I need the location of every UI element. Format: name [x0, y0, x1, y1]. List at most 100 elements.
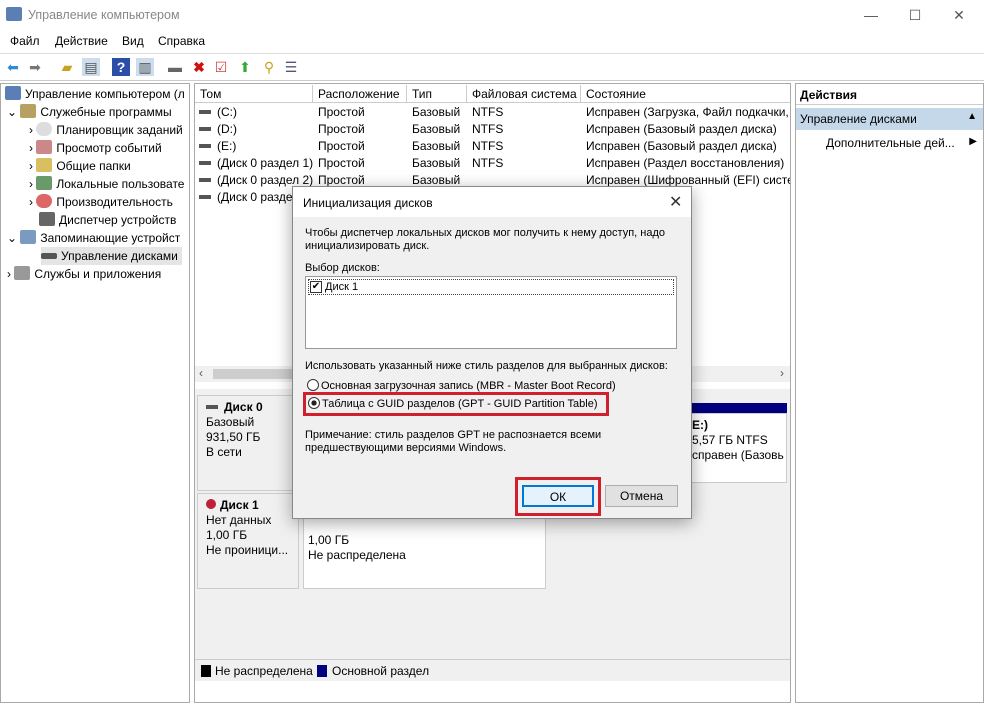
volume-icon — [199, 127, 211, 131]
volume-cell[interactable]: (D:) — [199, 121, 313, 138]
users-icon — [36, 176, 53, 190]
mbr-radio[interactable] — [307, 379, 319, 391]
computer-icon — [5, 86, 21, 100]
up-folder-icon[interactable]: ▰ — [58, 58, 76, 76]
legend-primary-swatch — [317, 665, 327, 677]
tree-item-performance[interactable]: › Производительность — [29, 193, 173, 211]
refresh-icon[interactable]: ⬆ — [236, 58, 254, 76]
disk-0-partition-e[interactable]: E:) 5,57 ГБ NTFS справен (Базовь — [689, 413, 787, 483]
volume-icon — [199, 144, 211, 148]
submenu-arrow-icon: ▶ — [969, 136, 977, 147]
disk-select-list[interactable]: ✔ Диск 1 — [305, 276, 677, 349]
help-icon[interactable]: ? — [112, 58, 130, 76]
tree-item-scheduler[interactable]: › Планировщик заданий — [29, 121, 183, 139]
column-header-status[interactable]: Состояние — [581, 85, 790, 103]
table-cell[interactable]: Базовый — [412, 104, 468, 121]
delete-icon[interactable]: ✖ — [190, 58, 208, 76]
gpt-note: Примечание: стиль разделов GPT не распоз… — [305, 429, 602, 454]
disk-icon — [41, 253, 57, 259]
table-cell[interactable]: Базовый — [412, 155, 468, 172]
disk-list-item[interactable]: ✔ Диск 1 — [308, 279, 674, 295]
table-cell[interactable]: Простой — [318, 104, 408, 121]
table-cell[interactable]: Исправен (Раздел восстановления) — [586, 155, 790, 172]
menu-bar: Файл Действие Вид Справка — [0, 30, 984, 52]
column-header-filesystem[interactable]: Файловая система — [467, 85, 581, 103]
column-header-volume[interactable]: Том — [195, 85, 313, 103]
volume-icon — [199, 161, 211, 165]
event-log-icon — [36, 140, 53, 154]
dialog-close-icon[interactable]: ✕ — [669, 192, 682, 212]
volume-cell[interactable]: (Диск 0 раздел 1) — [199, 155, 313, 172]
search-icon[interactable]: ⚲ — [260, 58, 278, 76]
legend: Не распределена Основной раздел — [195, 659, 790, 681]
performance-icon — [36, 194, 53, 208]
table-cell[interactable]: Исправен (Базовый раздел диска) — [586, 138, 790, 155]
collapse-icon[interactable]: ▲ — [967, 111, 977, 122]
gpt-radio[interactable] — [308, 397, 320, 409]
tree-item-shared-folders[interactable]: › Общие папки — [29, 157, 131, 175]
tree-root[interactable]: Управление компьютером (л — [5, 85, 185, 103]
initialize-disk-dialog: Инициализация дисков ✕ Чтобы диспетчер л… — [292, 186, 692, 519]
properties-icon[interactable]: ☑ — [212, 58, 230, 76]
tree-item-local-users[interactable]: › Локальные пользовате — [29, 175, 184, 193]
forward-icon[interactable]: ➡ — [26, 58, 44, 76]
toolbar: ⬅ ➡ ▰ ▤ ? ▥ ▬ ✖ ☑ ⬆ ⚲ ☰ — [0, 53, 984, 81]
storage-icon — [20, 230, 37, 244]
mbr-option[interactable]: Основная загрузочная запись (MBR - Maste… — [307, 379, 616, 392]
dialog-intro-text: Чтобы диспетчер локальных дисков мог пол… — [305, 227, 665, 252]
scroll-left-icon[interactable]: ‹ — [199, 366, 203, 380]
connect-icon[interactable]: ▬ — [166, 58, 184, 76]
disk-select-label: Выбор дисков: — [305, 262, 380, 274]
menu-help[interactable]: Справка — [158, 34, 205, 48]
cancel-button[interactable]: Отмена — [605, 485, 678, 507]
disk-1-label[interactable]: Диск 1 Нет данных 1,00 ГБ Не проиници... — [197, 493, 299, 589]
menu-view[interactable]: Вид — [122, 34, 144, 48]
actions-more-actions[interactable]: Дополнительные дей... ▶ — [826, 136, 981, 154]
table-cell[interactable]: Простой — [318, 121, 408, 138]
title-bar: Управление компьютером — ☐ ✕ — [0, 0, 984, 30]
scroll-thumb[interactable] — [213, 369, 293, 379]
disk-checkbox[interactable]: ✔ — [310, 281, 322, 293]
table-cell[interactable]: Исправен (Загрузка, Файл подкачки, — [586, 104, 790, 121]
device-icon — [39, 212, 55, 226]
services-icon — [14, 266, 31, 280]
tree-item-event-viewer[interactable]: › Просмотр событий — [29, 139, 162, 157]
menu-file[interactable]: Файл — [10, 34, 40, 48]
tree-item-disk-management[interactable]: Управление дисками — [41, 247, 182, 265]
window-title: Управление компьютером — [28, 8, 180, 22]
table-cell[interactable]: Простой — [318, 155, 408, 172]
column-header-layout[interactable]: Расположение — [313, 85, 407, 103]
disk-0-label[interactable]: Диск 0 Базовый 931,50 ГБ В сети — [197, 395, 299, 491]
tree-item-storage[interactable]: ⌄ Запоминающие устройст — [7, 229, 180, 247]
actions-pane: Действия Управление дисками ▲ Дополнитель… — [795, 83, 984, 703]
table-cell[interactable]: NTFS — [472, 138, 582, 155]
table-cell[interactable]: Исправен (Базовый раздел диска) — [586, 121, 790, 138]
table-cell[interactable]: NTFS — [472, 104, 582, 121]
ok-button[interactable]: ОК — [522, 485, 594, 507]
column-header-type[interactable]: Тип — [407, 85, 467, 103]
table-cell[interactable]: NTFS — [472, 121, 582, 138]
table-cell[interactable]: Базовый — [412, 121, 468, 138]
menu-action[interactable]: Действие — [55, 34, 108, 48]
app-icon — [6, 7, 22, 21]
table-cell[interactable]: Простой — [318, 138, 408, 155]
minimize-button[interactable]: — — [856, 4, 886, 26]
back-icon[interactable]: ⬅ — [4, 58, 22, 76]
clock-icon — [36, 122, 53, 136]
table-cell[interactable]: Базовый — [412, 138, 468, 155]
maximize-button[interactable]: ☐ — [900, 4, 930, 26]
close-button[interactable]: ✕ — [944, 4, 974, 26]
actions-section-disk-management[interactable]: Управление дисками ▲ — [796, 108, 983, 130]
table-cell[interactable]: NTFS — [472, 155, 582, 172]
tree-item-device-manager[interactable]: Диспетчер устройств — [39, 211, 176, 229]
show-hide-action-icon[interactable]: ▥ — [136, 58, 154, 76]
volume-cell[interactable]: (E:) — [199, 138, 313, 155]
gpt-option[interactable]: Таблица с GUID разделов (GPT - GUID Part… — [308, 397, 598, 410]
tree-item-utilities[interactable]: ⌄ Служебные программы — [7, 103, 172, 121]
volume-cell[interactable]: (C:) — [199, 104, 313, 121]
show-hide-tree-icon[interactable]: ▤ — [82, 58, 100, 76]
legend-primary-label: Основной раздел — [332, 664, 430, 678]
scroll-right-icon[interactable]: › — [780, 366, 784, 380]
tree-item-services[interactable]: › Службы и приложения — [7, 265, 161, 283]
list-icon[interactable]: ☰ — [282, 58, 300, 76]
